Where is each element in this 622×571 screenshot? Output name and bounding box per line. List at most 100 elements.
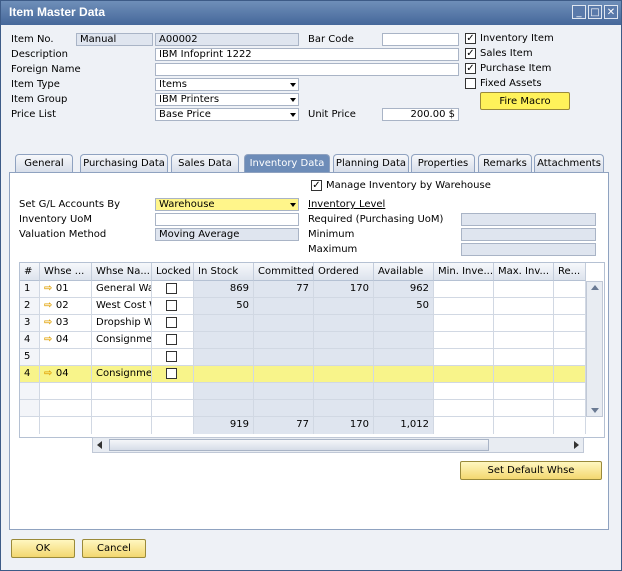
col-header-committed[interactable]: Committed [254, 263, 314, 281]
cell-re[interactable] [554, 400, 586, 417]
cell-whse[interactable]: ⇨ 04 [40, 366, 92, 383]
col-header-available[interactable]: Available [374, 263, 434, 281]
cell-in_stock[interactable] [194, 315, 254, 332]
cell-in_stock[interactable] [194, 366, 254, 383]
cell-name[interactable]: General Warel [92, 281, 152, 298]
link-arrow-icon[interactable]: ⇨ [44, 283, 56, 294]
fire-macro-button[interactable]: Fire Macro [480, 92, 570, 110]
tab-properties[interactable]: Properties [411, 154, 475, 172]
vertical-scrollbar[interactable] [586, 281, 603, 417]
price-list-select[interactable]: Base Price [155, 108, 299, 121]
unit-price-field[interactable]: 200.00 $ [382, 108, 459, 121]
cell-whse[interactable] [40, 349, 92, 366]
cell-whse[interactable]: ⇨ 03 [40, 315, 92, 332]
cell-committed[interactable] [254, 366, 314, 383]
cell-num[interactable] [20, 383, 40, 400]
cell-in_stock[interactable] [194, 349, 254, 366]
tab-purchasing-data[interactable]: Purchasing Data [80, 154, 168, 172]
cell-available[interactable] [374, 349, 434, 366]
cell-committed[interactable] [254, 400, 314, 417]
cell-committed[interactable] [254, 298, 314, 315]
sales-item-checkbox[interactable]: ✓ [465, 48, 476, 59]
cell-available[interactable] [374, 383, 434, 400]
link-arrow-icon[interactable]: ⇨ [44, 317, 56, 328]
col-header-in-stock[interactable]: In Stock [194, 263, 254, 281]
cell-max[interactable] [494, 366, 554, 383]
cell-max[interactable] [494, 298, 554, 315]
cell-in_stock[interactable] [194, 400, 254, 417]
cell-min[interactable] [434, 315, 494, 332]
col-header-locked[interactable]: Locked [152, 263, 194, 281]
col-header-ordered[interactable]: Ordered [314, 263, 374, 281]
cell-name[interactable] [92, 400, 152, 417]
tab-general[interactable]: General [15, 154, 73, 172]
locked-checkbox[interactable] [166, 317, 177, 328]
link-arrow-icon[interactable]: ⇨ [44, 368, 56, 379]
cell-max[interactable] [494, 315, 554, 332]
cell-ordered[interactable] [314, 349, 374, 366]
required-field[interactable] [461, 213, 596, 226]
inventory-uom-field[interactable] [155, 213, 299, 226]
cell-locked[interactable] [152, 383, 194, 400]
cell-min[interactable] [434, 281, 494, 298]
maximum-field[interactable] [461, 243, 596, 256]
cell-ordered[interactable] [314, 383, 374, 400]
cell-locked[interactable] [152, 281, 194, 298]
bar-code-field[interactable] [382, 33, 459, 46]
cell-ordered[interactable]: 170 [314, 281, 374, 298]
col-header-max-inventory[interactable]: Max. Inv... [494, 263, 554, 281]
cell-ordered[interactable] [314, 315, 374, 332]
minimum-field[interactable] [461, 228, 596, 241]
col-header-reorder[interactable]: Re... [554, 263, 586, 281]
col-header-whse-name[interactable]: Whse Na... [92, 263, 152, 281]
cell-ordered[interactable] [314, 298, 374, 315]
item-no-field[interactable]: A00002 [155, 33, 299, 46]
cell-whse[interactable] [40, 400, 92, 417]
cell-re[interactable] [554, 349, 586, 366]
cell-min[interactable] [434, 298, 494, 315]
link-arrow-icon[interactable]: ⇨ [44, 300, 56, 311]
cell-num[interactable]: 4 [20, 332, 40, 349]
cell-min[interactable] [434, 400, 494, 417]
cell-locked[interactable] [152, 366, 194, 383]
ok-button[interactable]: OK [11, 539, 75, 558]
tab-inventory-data[interactable]: Inventory Data [244, 154, 330, 173]
title-bar[interactable]: Item Master Data _ □ ✕ [1, 1, 621, 25]
cell-whse[interactable]: ⇨ 04 [40, 332, 92, 349]
cell-in_stock[interactable] [194, 332, 254, 349]
cell-max[interactable] [494, 281, 554, 298]
locked-checkbox[interactable] [166, 283, 177, 294]
inventory-item-checkbox[interactable]: ✓ [465, 33, 476, 44]
locked-checkbox[interactable] [166, 368, 177, 379]
cell-locked[interactable] [152, 400, 194, 417]
tab-attachments[interactable]: Attachments [534, 154, 604, 172]
tab-remarks[interactable]: Remarks [478, 154, 532, 172]
tab-sales-data[interactable]: Sales Data [171, 154, 239, 172]
cell-name[interactable] [92, 383, 152, 400]
cell-num[interactable]: 2 [20, 298, 40, 315]
col-header-min-inventory[interactable]: Min. Inve... [434, 263, 494, 281]
locked-checkbox[interactable] [166, 351, 177, 362]
cell-re[interactable] [554, 298, 586, 315]
col-header-whse-code[interactable]: Whse ... [40, 263, 92, 281]
cell-min[interactable] [434, 332, 494, 349]
scroll-thumb[interactable] [109, 439, 489, 451]
cell-num[interactable]: 5 [20, 349, 40, 366]
cell-whse[interactable]: ⇨ 02 [40, 298, 92, 315]
cell-max[interactable] [494, 332, 554, 349]
scroll-left-icon[interactable] [97, 441, 102, 449]
cell-min[interactable] [434, 383, 494, 400]
fixed-assets-checkbox[interactable] [465, 78, 476, 89]
set-gl-select[interactable]: Warehouse [155, 198, 299, 211]
cell-re[interactable] [554, 332, 586, 349]
cell-re[interactable] [554, 383, 586, 400]
cell-num[interactable]: 3 [20, 315, 40, 332]
horizontal-scrollbar[interactable] [92, 437, 584, 453]
cell-committed[interactable] [254, 349, 314, 366]
cell-num[interactable] [20, 400, 40, 417]
cell-name[interactable]: Dropship Wa [92, 315, 152, 332]
locked-checkbox[interactable] [166, 334, 177, 345]
cell-in_stock[interactable]: 869 [194, 281, 254, 298]
item-group-select[interactable]: IBM Printers [155, 93, 299, 106]
cell-ordered[interactable] [314, 366, 374, 383]
